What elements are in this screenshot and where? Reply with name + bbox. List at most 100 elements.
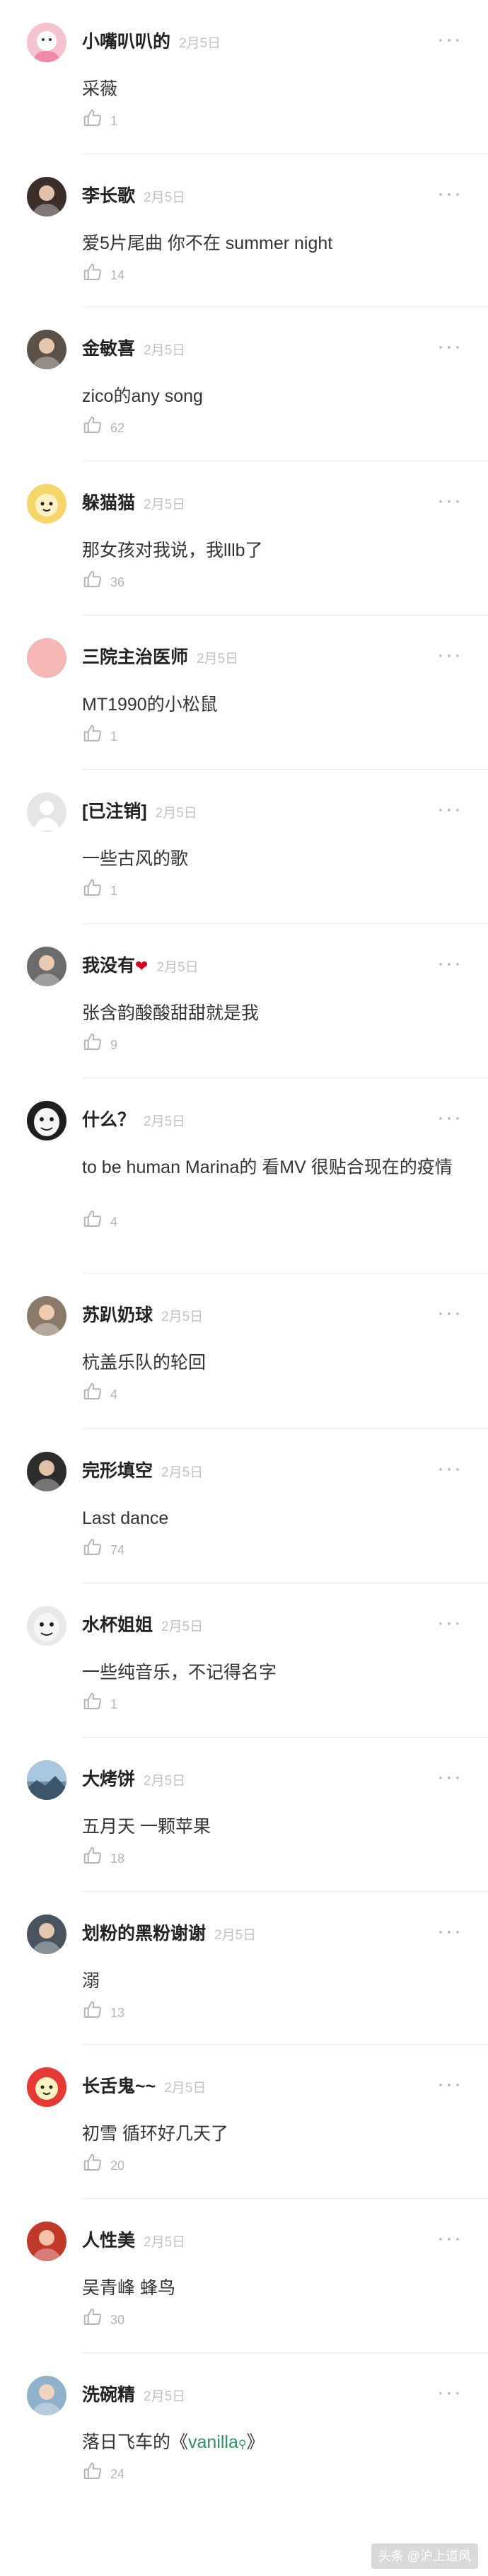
person-photo-avatar-icon[interactable] — [27, 947, 66, 986]
meme-face-avatar-icon[interactable] — [27, 1101, 66, 1140]
more-options-icon[interactable]: ··· — [437, 2382, 463, 2403]
more-options-icon[interactable]: ··· — [437, 799, 463, 820]
comment-text: MT1990的小松鼠 — [82, 695, 218, 715]
username[interactable]: 长舌鬼~~ — [82, 2077, 156, 2096]
more-options-icon[interactable]: ··· — [437, 1612, 463, 1634]
comment-text: 一些古风的歌 — [82, 849, 189, 869]
like-count: 4 — [110, 1215, 118, 1229]
cartoon-avatar-icon[interactable] — [27, 2067, 66, 2107]
woman-photo-avatar-icon[interactable] — [27, 330, 66, 369]
like-count: 4 — [110, 1387, 118, 1402]
pink-character-avatar-icon[interactable] — [27, 23, 66, 62]
person-photo-avatar-icon[interactable] — [27, 1296, 66, 1336]
more-options-icon[interactable]: ··· — [437, 2228, 463, 2249]
more-options-icon[interactable]: ··· — [437, 490, 463, 512]
username-row: 金敏喜 2月5日 — [82, 338, 185, 362]
comment-body: Last dance — [82, 1504, 457, 1532]
comment-text: 溺 — [82, 1971, 100, 1991]
comment-text: 张含韵酸酸甜甜就是我 — [82, 1003, 260, 1023]
comment-date: 2月5日 — [144, 2389, 186, 2404]
person-photo-avatar-icon[interactable] — [27, 1914, 66, 1954]
username[interactable]: 苏趴奶球 — [82, 1305, 153, 1325]
username[interactable]: 三院主治医师 — [82, 647, 188, 667]
more-options-icon[interactable]: ··· — [437, 1921, 463, 1942]
more-options-icon[interactable]: ··· — [437, 1303, 463, 1324]
comment-item: 我没有❤ 2月5日 ··· 张含韵酸酸甜甜就是我 9 — [0, 924, 488, 1078]
comment-body: 一些纯音乐，不记得名字 — [82, 1658, 457, 1687]
comment-text: zico的any song — [82, 386, 203, 406]
username-row: 大烤饼 2月5日 — [82, 1769, 185, 1792]
username-row: 长舌鬼~~ 2月5日 — [82, 2076, 206, 2099]
like-count: 18 — [110, 1852, 125, 1866]
comment-item: 三院主治医师 2月5日 ··· MT1990的小松鼠 1 — [0, 616, 488, 770]
username[interactable]: 完形填空 — [82, 1461, 153, 1481]
comment-text-suffix: 》 — [246, 2432, 265, 2452]
more-options-icon[interactable]: ··· — [437, 953, 463, 974]
comment-body: 五月天 一颗苹果 — [82, 1813, 457, 1841]
default-user-avatar-icon[interactable] — [27, 792, 66, 832]
username[interactable]: 小嘴叭叭的 — [82, 32, 170, 52]
username-row: 躲猫猫 2月5日 — [82, 492, 185, 516]
like-count: 30 — [110, 2313, 125, 2327]
person-photo-avatar-icon[interactable] — [27, 1452, 66, 1491]
username-row: 三院主治医师 2月5日 — [82, 647, 238, 670]
comment-body: to be human Marina的 看MV 很贴合现在的疫情 — [82, 1153, 457, 1182]
more-options-icon[interactable]: ··· — [437, 29, 463, 50]
comment-date: 2月5日 — [214, 1928, 257, 1943]
username-row: [已注销] 2月5日 — [82, 801, 197, 824]
comment-date: 2月5日 — [144, 497, 186, 512]
comment-date: 2月5日 — [156, 960, 199, 975]
cartoon-avatar-icon[interactable] — [27, 484, 66, 524]
comment-body: 一些古风的歌 — [82, 845, 457, 873]
comment-date: 2月5日 — [161, 1310, 204, 1324]
landscape-avatar-icon[interactable] — [27, 1760, 66, 1800]
username-row: 什么？ 2月5日 — [82, 1109, 185, 1133]
more-options-icon[interactable]: ··· — [437, 2074, 463, 2095]
comment-text: 采薇 — [82, 79, 118, 99]
person-photo-avatar-icon[interactable] — [27, 2376, 66, 2415]
comment-body: zico的any song — [82, 382, 457, 410]
more-options-icon[interactable]: ··· — [437, 1458, 463, 1479]
comment-date: 2月5日 — [144, 2235, 186, 2250]
more-options-icon[interactable]: ··· — [437, 1767, 463, 1788]
music-link[interactable]: vanilla⚲ — [188, 2432, 247, 2452]
more-options-icon[interactable]: ··· — [437, 336, 463, 357]
comment-body: MT1990的小松鼠 — [82, 691, 457, 719]
username[interactable]: 躲猫猫 — [82, 493, 135, 513]
username[interactable]: 大烤饼 — [82, 1769, 135, 1789]
username[interactable]: 李长歌 — [82, 186, 135, 206]
comment-date: 2月5日 — [144, 1774, 186, 1789]
pink-circle-avatar-icon[interactable] — [27, 638, 66, 678]
comment-text: Last dance — [82, 1508, 169, 1528]
person-photo-avatar-icon[interactable] — [27, 2222, 66, 2261]
username[interactable]: 人性美 — [82, 2231, 135, 2251]
comment-item: 什么？ 2月5日 ··· to be human Marina的 看MV 很贴合现在的… — [0, 1078, 488, 1273]
comment-body: 张含韵酸酸甜甜就是我 — [82, 999, 457, 1027]
comment-item: 大烤饼 2月5日 ··· 五月天 一颗苹果 18 — [0, 1738, 488, 1892]
person-photo-avatar-icon[interactable] — [27, 177, 66, 216]
username[interactable]: 金敏喜 — [82, 339, 135, 359]
username[interactable]: 什么？ — [82, 1110, 135, 1130]
comment-body: 落日飞车的《vanilla⚲》 — [82, 2428, 457, 2459]
comment-date: 2月5日 — [197, 652, 239, 666]
username[interactable]: 洗碗精 — [82, 2385, 135, 2405]
comment-item: 李长歌 2月5日 ··· 爱5片尾曲 你不在 summer night 14 — [0, 154, 488, 307]
username[interactable]: [已注销] — [82, 802, 147, 821]
comment-text: 杭盖乐队的轮回 — [82, 1353, 207, 1373]
comment-text: 初雪 循环好几天了 — [82, 2124, 228, 2144]
username-row: 我没有❤ 2月5日 — [82, 955, 199, 978]
username-row: 小嘴叭叭的 2月5日 — [82, 31, 221, 54]
username[interactable]: 划粉的黑粉谢谢 — [82, 1924, 206, 1943]
meme-face-avatar-icon[interactable] — [27, 1606, 66, 1646]
more-options-icon[interactable]: ··· — [437, 183, 463, 204]
more-options-icon[interactable]: ··· — [437, 645, 463, 666]
comment-item: 水杯姐姐 2月5日 ··· 一些纯音乐，不记得名字 1 — [0, 1583, 488, 1738]
like-count: 62 — [110, 421, 125, 435]
like-count: 1 — [110, 884, 118, 898]
comment-list: 小嘴叭叭的 2月5日 ··· 采薇 1 李长歌 2月5日 ··· 爱5片尾曲 你不在 summe… — [0, 0, 488, 2576]
username[interactable]: 我没有 — [82, 956, 135, 976]
username[interactable]: 水杯姐姐 — [82, 1615, 153, 1635]
comment-body: 爱5片尾曲 你不在 summer night — [82, 229, 457, 258]
heart-icon: ❤ — [135, 957, 149, 975]
more-options-icon[interactable]: ··· — [437, 1107, 463, 1128]
